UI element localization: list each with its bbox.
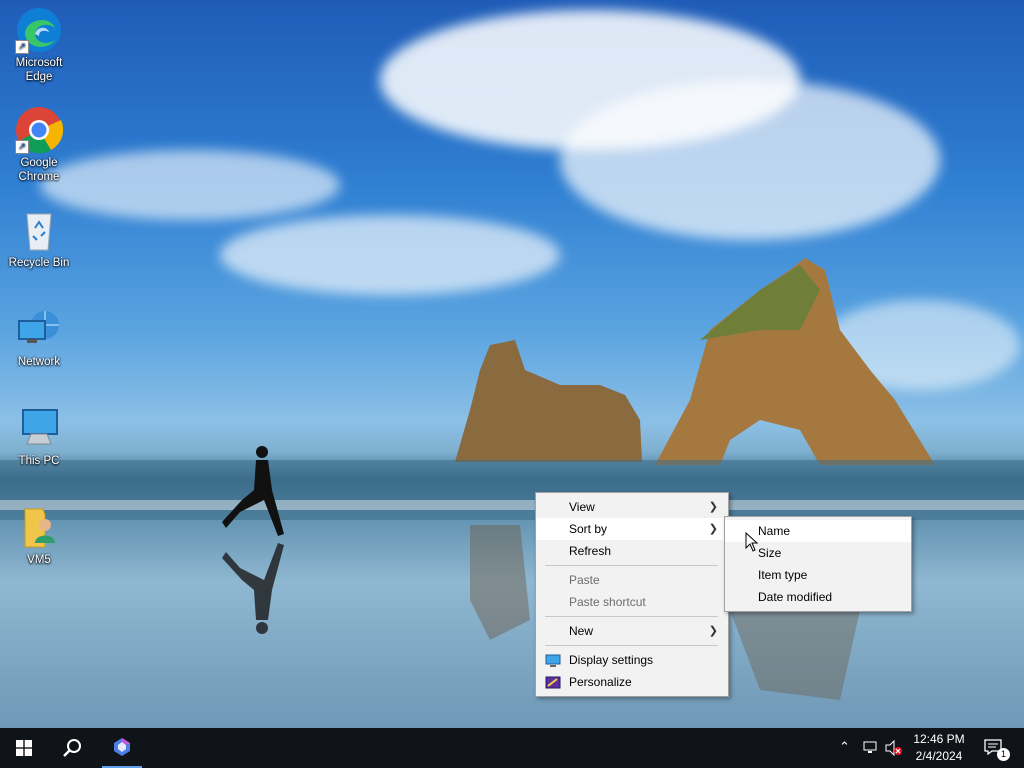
mouse-pointer-icon: [745, 532, 759, 552]
sort-by-submenu: Name Size Item type Date modified: [724, 516, 912, 612]
desktop-context-menu: View ❯ Sort by ❯ Refresh Paste Paste sho…: [535, 492, 729, 697]
menu-item-label: Date modified: [758, 590, 833, 604]
display-settings-icon: [545, 653, 561, 667]
desktop-icon-edge[interactable]: ↗ Microsoft Edge: [2, 6, 76, 84]
menu-item-label: View: [569, 500, 595, 514]
desktop-icon-vm5[interactable]: VM5: [2, 503, 76, 567]
menu-item-paste-shortcut[interactable]: Paste shortcut: [536, 591, 728, 613]
menu-item-label: Display settings: [569, 653, 654, 667]
menu-item-display-settings[interactable]: Display settings: [536, 649, 728, 671]
network-status-icon[interactable]: [863, 741, 879, 755]
desktop-icon-recycle-bin[interactable]: Recycle Bin: [2, 206, 76, 270]
windows-logo-icon: [16, 740, 32, 756]
desktop-icon-label: Network: [17, 356, 61, 368]
menu-item-label: Size: [758, 546, 782, 560]
menu-item-label: Name: [758, 524, 791, 538]
menu-item-label: Paste: [569, 573, 600, 587]
chevron-right-icon: ❯: [708, 625, 718, 637]
menu-separator: [545, 645, 718, 646]
wallpaper-rocks: [0, 258, 1024, 700]
notification-center-button[interactable]: 1: [978, 728, 1018, 768]
menu-separator: [545, 616, 718, 617]
desktop-icon-label: Google Chrome: [18, 157, 60, 183]
sort-item-date-modified[interactable]: Date modified: [725, 586, 911, 608]
taskbar-app-button[interactable]: [102, 728, 142, 768]
notification-count-badge: 1: [997, 748, 1010, 761]
recycle-bin-icon: [15, 206, 63, 254]
taskbar: ⌃ 12:46 PM 2/4/2024 1: [0, 728, 1024, 768]
menu-item-view[interactable]: View ❯: [536, 496, 728, 518]
chevron-right-icon: ❯: [708, 523, 718, 535]
desktop-icon-label: This PC: [18, 455, 60, 467]
show-hidden-icons-icon[interactable]: ⌃: [839, 740, 850, 755]
personalize-icon: [545, 675, 561, 689]
chrome-icon: ↗: [15, 106, 64, 154]
menu-item-label: Refresh: [569, 544, 612, 558]
menu-item-label: Sort by: [569, 522, 608, 536]
menu-item-paste[interactable]: Paste: [536, 569, 728, 591]
desktop-wallpaper[interactable]: ↗ Microsoft Edge ↗ Google Chrome Recycle…: [0, 0, 1024, 728]
clock-date: 2/4/2024: [915, 749, 963, 763]
menu-separator: [545, 565, 718, 566]
clock[interactable]: 12:46 PM 2/4/2024: [906, 731, 972, 765]
user-folder-icon: [15, 503, 63, 551]
start-button[interactable]: [0, 728, 48, 768]
search-icon: [63, 739, 81, 757]
network-icon: [15, 305, 63, 353]
desktop-icon-network[interactable]: Network: [2, 305, 76, 369]
menu-item-new[interactable]: New ❯: [536, 620, 728, 642]
volume-muted-icon[interactable]: [885, 740, 903, 756]
desktop-icon-label: Recycle Bin: [8, 257, 70, 269]
sort-item-item-type[interactable]: Item type: [725, 564, 911, 586]
clock-time: 12:46 PM: [913, 732, 965, 746]
menu-item-label: Item type: [758, 568, 808, 582]
this-pc-icon: [15, 404, 63, 452]
chevron-right-icon: ❯: [708, 501, 718, 513]
menu-item-label: New: [569, 624, 594, 638]
desktop-icon-label: VM5: [27, 554, 51, 566]
copilot-icon: [114, 738, 130, 756]
menu-item-refresh[interactable]: Refresh: [536, 540, 728, 562]
menu-item-personalize[interactable]: Personalize: [536, 671, 728, 693]
search-button[interactable]: [48, 728, 96, 768]
desktop-icon-chrome[interactable]: ↗ Google Chrome: [2, 106, 76, 184]
menu-item-sort-by[interactable]: Sort by ❯: [536, 518, 728, 540]
menu-item-label: Personalize: [569, 675, 632, 689]
edge-icon: ↗: [15, 6, 63, 54]
desktop-icon-this-pc[interactable]: This PC: [2, 404, 76, 468]
desktop-icon-label: Microsoft Edge: [15, 57, 63, 83]
menu-item-label: Paste shortcut: [569, 595, 646, 609]
